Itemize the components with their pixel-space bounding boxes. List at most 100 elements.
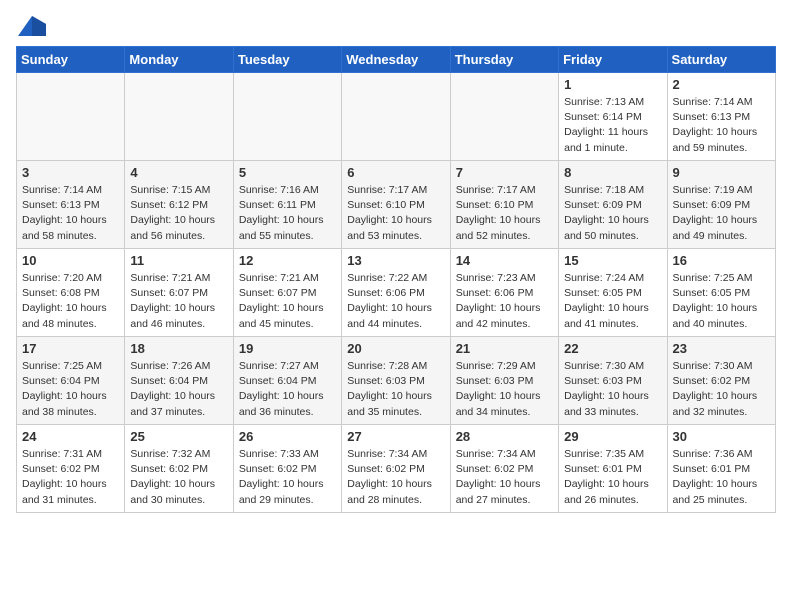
calendar-cell: 16 Sunrise: 7:25 AM Sunset: 6:05 PM Dayli… — [667, 249, 775, 337]
week-row-4: 17Sunrise: 7:25 AM Sunset: 6:04 PM Dayli… — [17, 337, 776, 425]
calendar-cell: 27 Sunrise: 7:34 AM Sunset: 6:02 PM Dayli… — [342, 425, 450, 513]
day-number: 28 — [456, 429, 553, 444]
day-number: 14 — [456, 253, 553, 268]
col-header-tuesday: Tuesday — [233, 47, 341, 73]
day-info: Sunrise: 7:24 AM Sunset: 6:05 PM Dayligh… — [564, 271, 661, 332]
day-number: 19 — [239, 341, 336, 356]
calendar-cell: 15 Sunrise: 7:24 AM Sunset: 6:05 PM Dayli… — [559, 249, 667, 337]
week-row-1: 1 Sunrise: 7:13 AM Sunset: 6:14 PM Daylig… — [17, 73, 776, 161]
day-number: 2 — [673, 77, 770, 92]
day-info: Sunrise: 7:14 AM Sunset: 6:13 PM Dayligh… — [673, 95, 770, 156]
calendar-cell: 7Sunrise: 7:17 AM Sunset: 6:10 PM Daylig… — [450, 161, 558, 249]
day-info: Sunrise: 7:33 AM Sunset: 6:02 PM Dayligh… — [239, 447, 336, 508]
day-number: 10 — [22, 253, 119, 268]
logo-icon — [18, 16, 46, 36]
calendar-cell: 18 Sunrise: 7:26 AM Sunset: 6:04 PM Dayli… — [125, 337, 233, 425]
calendar-cell: 13 Sunrise: 7:22 AM Sunset: 6:06 PM Dayli… — [342, 249, 450, 337]
day-info: Sunrise: 7:19 AM Sunset: 6:09 PM Dayligh… — [673, 183, 770, 244]
calendar-cell: 10 Sunrise: 7:20 AM Sunset: 6:08 PM Dayli… — [17, 249, 125, 337]
day-number: 1 — [564, 77, 661, 92]
day-number: 5 — [239, 165, 336, 180]
day-info: Sunrise: 7:16 AM Sunset: 6:11 PM Dayligh… — [239, 183, 336, 244]
calendar-cell: 25 Sunrise: 7:32 AM Sunset: 6:02 PM Dayli… — [125, 425, 233, 513]
col-header-sunday: Sunday — [17, 47, 125, 73]
calendar-cell: 9 Sunrise: 7:19 AM Sunset: 6:09 PM Daylig… — [667, 161, 775, 249]
calendar-cell: 12 Sunrise: 7:21 AM Sunset: 6:07 PM Dayli… — [233, 249, 341, 337]
day-number: 24 — [22, 429, 119, 444]
col-header-thursday: Thursday — [450, 47, 558, 73]
calendar-cell: 11Sunrise: 7:21 AM Sunset: 6:07 PM Dayli… — [125, 249, 233, 337]
calendar-cell: 8Sunrise: 7:18 AM Sunset: 6:09 PM Daylig… — [559, 161, 667, 249]
calendar-cell — [125, 73, 233, 161]
page-header — [16, 16, 776, 36]
day-number: 13 — [347, 253, 444, 268]
calendar-cell: 4Sunrise: 7:15 AM Sunset: 6:12 PM Daylig… — [125, 161, 233, 249]
day-info: Sunrise: 7:34 AM Sunset: 6:02 PM Dayligh… — [347, 447, 444, 508]
calendar-cell: 30 Sunrise: 7:36 AM Sunset: 6:01 PM Dayli… — [667, 425, 775, 513]
day-info: Sunrise: 7:30 AM Sunset: 6:03 PM Dayligh… — [564, 359, 661, 420]
day-info: Sunrise: 7:20 AM Sunset: 6:08 PM Dayligh… — [22, 271, 119, 332]
day-number: 22 — [564, 341, 661, 356]
calendar-cell: 23 Sunrise: 7:30 AM Sunset: 6:02 PM Dayli… — [667, 337, 775, 425]
calendar-cell: 20 Sunrise: 7:28 AM Sunset: 6:03 PM Dayli… — [342, 337, 450, 425]
day-number: 18 — [130, 341, 227, 356]
day-info: Sunrise: 7:13 AM Sunset: 6:14 PM Dayligh… — [564, 95, 661, 156]
calendar-cell — [233, 73, 341, 161]
week-row-2: 3 Sunrise: 7:14 AM Sunset: 6:13 PM Daylig… — [17, 161, 776, 249]
day-number: 3 — [22, 165, 119, 180]
day-info: Sunrise: 7:35 AM Sunset: 6:01 PM Dayligh… — [564, 447, 661, 508]
calendar-cell: 3 Sunrise: 7:14 AM Sunset: 6:13 PM Daylig… — [17, 161, 125, 249]
calendar-cell — [450, 73, 558, 161]
calendar-cell: 19Sunrise: 7:27 AM Sunset: 6:04 PM Dayli… — [233, 337, 341, 425]
calendar-cell: 26 Sunrise: 7:33 AM Sunset: 6:02 PM Dayli… — [233, 425, 341, 513]
day-info: Sunrise: 7:29 AM Sunset: 6:03 PM Dayligh… — [456, 359, 553, 420]
calendar-cell: 28 Sunrise: 7:34 AM Sunset: 6:02 PM Dayli… — [450, 425, 558, 513]
day-info: Sunrise: 7:23 AM Sunset: 6:06 PM Dayligh… — [456, 271, 553, 332]
calendar-cell: 5 Sunrise: 7:16 AM Sunset: 6:11 PM Daylig… — [233, 161, 341, 249]
day-info: Sunrise: 7:21 AM Sunset: 6:07 PM Dayligh… — [130, 271, 227, 332]
day-info: Sunrise: 7:36 AM Sunset: 6:01 PM Dayligh… — [673, 447, 770, 508]
day-number: 27 — [347, 429, 444, 444]
day-info: Sunrise: 7:25 AM Sunset: 6:05 PM Dayligh… — [673, 271, 770, 332]
day-info: Sunrise: 7:28 AM Sunset: 6:03 PM Dayligh… — [347, 359, 444, 420]
col-header-friday: Friday — [559, 47, 667, 73]
day-number: 26 — [239, 429, 336, 444]
day-info: Sunrise: 7:31 AM Sunset: 6:02 PM Dayligh… — [22, 447, 119, 508]
col-header-saturday: Saturday — [667, 47, 775, 73]
day-number: 6 — [347, 165, 444, 180]
col-header-wednesday: Wednesday — [342, 47, 450, 73]
day-number: 16 — [673, 253, 770, 268]
day-info: Sunrise: 7:14 AM Sunset: 6:13 PM Dayligh… — [22, 183, 119, 244]
day-info: Sunrise: 7:32 AM Sunset: 6:02 PM Dayligh… — [130, 447, 227, 508]
day-number: 4 — [130, 165, 227, 180]
day-number: 30 — [673, 429, 770, 444]
day-info: Sunrise: 7:30 AM Sunset: 6:02 PM Dayligh… — [673, 359, 770, 420]
day-number: 9 — [673, 165, 770, 180]
calendar-cell: 22 Sunrise: 7:30 AM Sunset: 6:03 PM Dayli… — [559, 337, 667, 425]
calendar-cell: 2 Sunrise: 7:14 AM Sunset: 6:13 PM Daylig… — [667, 73, 775, 161]
week-row-3: 10 Sunrise: 7:20 AM Sunset: 6:08 PM Dayli… — [17, 249, 776, 337]
day-info: Sunrise: 7:34 AM Sunset: 6:02 PM Dayligh… — [456, 447, 553, 508]
calendar-cell: 29 Sunrise: 7:35 AM Sunset: 6:01 PM Dayli… — [559, 425, 667, 513]
logo — [16, 16, 46, 36]
calendar-cell — [17, 73, 125, 161]
calendar-cell: 17Sunrise: 7:25 AM Sunset: 6:04 PM Dayli… — [17, 337, 125, 425]
day-number: 25 — [130, 429, 227, 444]
day-info: Sunrise: 7:18 AM Sunset: 6:09 PM Dayligh… — [564, 183, 661, 244]
day-info: Sunrise: 7:21 AM Sunset: 6:07 PM Dayligh… — [239, 271, 336, 332]
day-number: 21 — [456, 341, 553, 356]
day-info: Sunrise: 7:25 AM Sunset: 6:04 PM Dayligh… — [22, 359, 119, 420]
week-row-5: 24 Sunrise: 7:31 AM Sunset: 6:02 PM Dayli… — [17, 425, 776, 513]
col-header-monday: Monday — [125, 47, 233, 73]
header-row: SundayMondayTuesdayWednesdayThursdayFrid… — [17, 47, 776, 73]
day-number: 23 — [673, 341, 770, 356]
day-number: 29 — [564, 429, 661, 444]
day-info: Sunrise: 7:22 AM Sunset: 6:06 PM Dayligh… — [347, 271, 444, 332]
calendar-cell: 21 Sunrise: 7:29 AM Sunset: 6:03 PM Dayli… — [450, 337, 558, 425]
calendar-cell: 14 Sunrise: 7:23 AM Sunset: 6:06 PM Dayli… — [450, 249, 558, 337]
day-number: 12 — [239, 253, 336, 268]
day-number: 15 — [564, 253, 661, 268]
calendar-table: SundayMondayTuesdayWednesdayThursdayFrid… — [16, 46, 776, 513]
day-number: 20 — [347, 341, 444, 356]
day-info: Sunrise: 7:26 AM Sunset: 6:04 PM Dayligh… — [130, 359, 227, 420]
